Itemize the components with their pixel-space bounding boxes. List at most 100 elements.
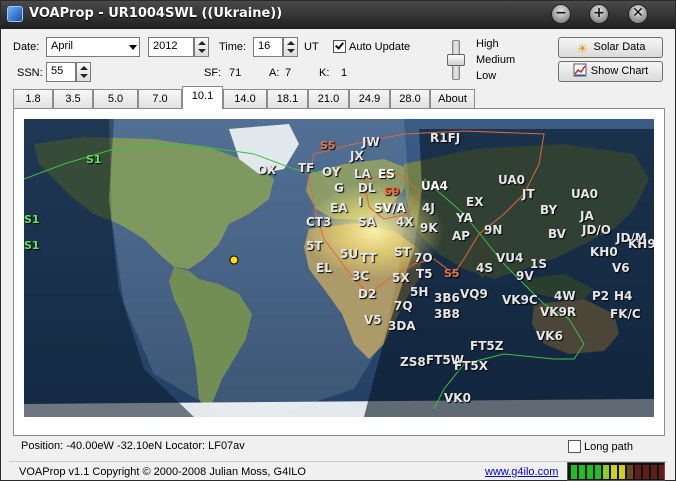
tab-18-1[interactable]: 18.1	[267, 89, 308, 108]
tab-14-0[interactable]: 14.0	[223, 89, 267, 108]
prefix-label: TT	[360, 251, 377, 265]
time-stepper[interactable]	[283, 37, 298, 57]
close-button[interactable]: ✕	[628, 4, 648, 24]
meter-segment	[635, 465, 641, 479]
auto-update-label[interactable]: Auto Update	[349, 41, 410, 53]
prefix-label: ST	[394, 245, 411, 259]
tab-1-8[interactable]: 1.8	[13, 89, 53, 108]
down-arrow-icon	[80, 74, 88, 78]
status-bar: Position: -40.00eW -32.10eN Locator: LF0…	[13, 438, 665, 456]
meter-segment	[627, 465, 633, 479]
prefix-label: FT5X	[454, 359, 488, 373]
prefix-label: ZS8	[400, 355, 426, 369]
prefix-label: 3B8	[434, 307, 460, 321]
down-arrow-icon	[198, 49, 206, 53]
propagation-map[interactable]: S5 S9 S5 S1 S1 S1 R1FJ JW JX OX TF OY LA…	[24, 119, 654, 417]
power-medium-label: Medium	[476, 54, 516, 66]
app-window: VOAProp - UR1004SWL ((Ukraine)) − + ✕ Da…	[0, 0, 676, 481]
auto-update-checkbox[interactable]	[333, 40, 346, 53]
power-low-label: Low	[476, 70, 497, 82]
prefix-label: 4S	[476, 261, 493, 275]
prefix-label: FT5Z	[470, 339, 504, 353]
tab-5-0[interactable]: 5.0	[93, 89, 138, 108]
tab-24-9[interactable]: 24.9	[349, 89, 390, 108]
window-title: VOAProp - UR1004SWL ((Ukraine))	[29, 6, 283, 21]
solar-data-button[interactable]: ☀ Solar Data	[558, 37, 663, 58]
time-unit: UT	[304, 41, 319, 53]
title-bar[interactable]: VOAProp - UR1004SWL ((Ukraine)) − + ✕	[1, 1, 675, 29]
tab-10-1[interactable]: 10.1	[182, 86, 223, 109]
meter-segment	[571, 465, 577, 479]
chart-icon	[573, 63, 587, 77]
maximize-button[interactable]: +	[589, 4, 609, 24]
receiver-marker[interactable]	[229, 255, 239, 265]
prefix-label: R1FJ	[430, 131, 461, 145]
meter-segment	[651, 465, 657, 479]
prefix-label: SA	[358, 215, 376, 229]
a-value: 7	[285, 67, 292, 79]
month-value: April	[51, 40, 74, 52]
ssn-stepper[interactable]	[76, 62, 91, 82]
minimize-button[interactable]: −	[551, 4, 571, 24]
app-icon	[7, 6, 23, 22]
prefix-label: 3DA	[388, 319, 416, 333]
prefix-label: EL	[316, 261, 332, 275]
time-label: Time:	[219, 41, 247, 53]
prefix-label: 5H	[410, 285, 429, 299]
ssn-input[interactable]: 55	[46, 62, 76, 82]
prefix-label: 4W	[554, 289, 576, 303]
year-input[interactable]: 2012	[148, 37, 194, 57]
year-stepper[interactable]	[194, 37, 209, 57]
prefix-label: 9V	[516, 269, 534, 283]
up-arrow-icon	[80, 66, 88, 70]
power-slider-thumb[interactable]	[447, 54, 465, 66]
prefix-label: CT3	[306, 215, 332, 229]
prefix-label: ES	[378, 167, 395, 181]
signal-meter	[567, 462, 665, 481]
contour-label: S5	[320, 139, 336, 152]
prefix-label: VK0	[444, 391, 471, 405]
chevron-down-icon	[129, 45, 137, 50]
tab-7-0[interactable]: 7.0	[138, 89, 182, 108]
k-label: K:	[319, 67, 330, 79]
up-arrow-icon	[287, 41, 295, 45]
contour-label: S1	[86, 153, 102, 166]
tab-about[interactable]: About	[430, 89, 475, 108]
prefix-label: UA0	[498, 173, 526, 187]
time-input[interactable]: 16	[253, 37, 283, 57]
prefix-label: TF	[298, 161, 315, 175]
meter-segment	[595, 465, 601, 479]
prefix-label: JD/O	[582, 223, 612, 237]
prefix-label: SV/A	[374, 201, 406, 215]
prefix-label: 4X	[396, 215, 414, 229]
ssn-label: SSN:	[17, 67, 43, 79]
checkmark-icon	[335, 40, 344, 50]
prefix-label: 7Q	[394, 299, 413, 313]
ssn-value: 55	[51, 65, 64, 77]
show-chart-button[interactable]: Show Chart	[558, 61, 663, 82]
long-path-label[interactable]: Long path	[584, 441, 633, 453]
prefix-label: G	[334, 181, 344, 195]
prefix-label: I	[358, 195, 363, 209]
prefix-label: UA0	[571, 187, 599, 201]
minimize-icon: −	[555, 5, 567, 21]
meter-segment	[579, 465, 585, 479]
map-graphic	[24, 119, 654, 417]
prefix-label: EA	[330, 201, 348, 215]
prefix-label: H4	[614, 289, 633, 303]
tab-28-0[interactable]: 28.0	[390, 89, 430, 108]
tab-3-5[interactable]: 3.5	[53, 89, 93, 108]
prefix-label: UA4	[421, 179, 449, 193]
a-label: A:	[269, 67, 280, 79]
contour-label: S5	[444, 267, 460, 280]
long-path-checkbox[interactable]	[568, 440, 581, 453]
prefix-label: VU4	[496, 251, 524, 265]
tab-21-0[interactable]: 21.0	[308, 89, 349, 108]
prefix-label: JW	[362, 135, 380, 149]
prefix-label: KH9	[628, 237, 654, 251]
prefix-label: V6	[612, 261, 630, 275]
prefix-label: 9N	[484, 223, 503, 237]
month-select[interactable]: April	[46, 37, 140, 57]
sf-value: 71	[229, 67, 242, 79]
website-link[interactable]: www.g4ilo.com	[485, 466, 558, 478]
